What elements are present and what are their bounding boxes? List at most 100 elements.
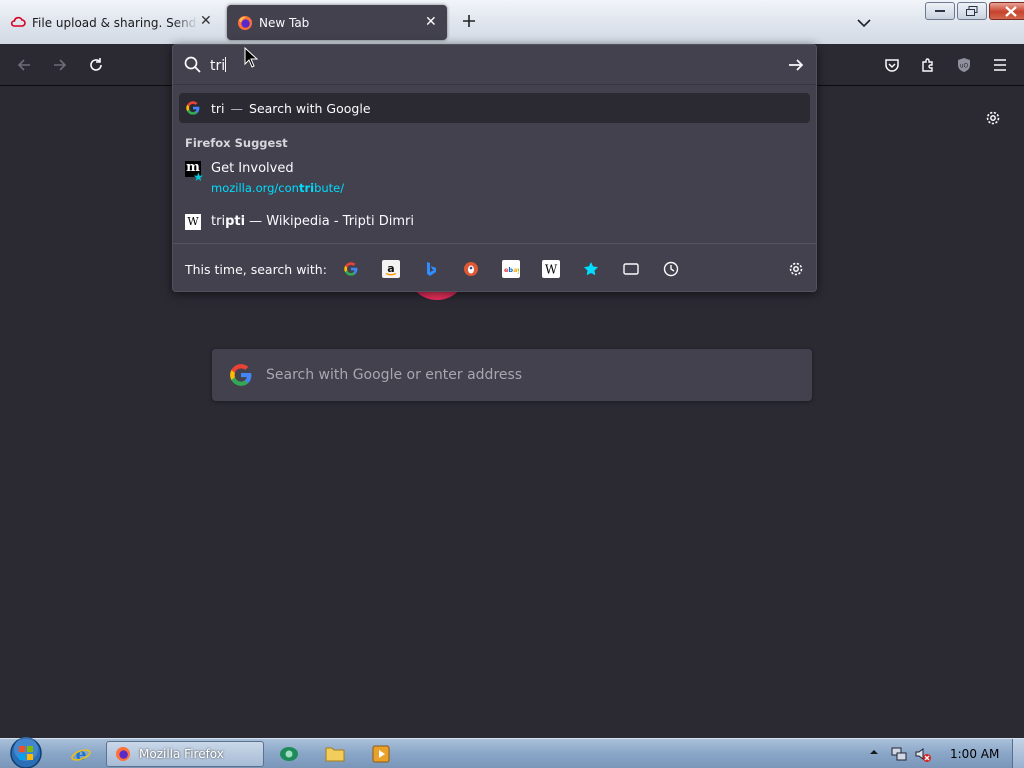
taskbar-firefox-task[interactable]: Mozilla Firefox bbox=[106, 741, 264, 767]
close-icon bbox=[1005, 5, 1017, 17]
urlbar-typed-text: tri bbox=[210, 58, 226, 74]
engine-bing-button[interactable] bbox=[422, 260, 440, 278]
list-all-tabs-button[interactable] bbox=[853, 12, 875, 34]
hamburger-menu-icon bbox=[994, 59, 1006, 71]
pocket-icon bbox=[885, 59, 899, 72]
start-button-icon[interactable] bbox=[6, 736, 46, 768]
bing-icon bbox=[427, 262, 436, 276]
tab-close-icon[interactable]: ✕ bbox=[200, 13, 212, 29]
tab-new-tab[interactable]: New Tab ✕ bbox=[227, 5, 447, 40]
google-logo-icon bbox=[230, 364, 252, 386]
svg-text:ebay: ebay bbox=[504, 266, 519, 274]
result-title: Get Involved bbox=[211, 161, 294, 176]
title-match: tri bbox=[211, 214, 226, 229]
result-title: tripti — Wikipedia - Tripti Dimri bbox=[211, 214, 414, 229]
url-suffix: bute/ bbox=[314, 181, 345, 195]
result-get-involved[interactable]: m ★ Get Involved mozilla.org/contribute/ bbox=[185, 159, 805, 199]
ebay-icon: ebay bbox=[504, 266, 519, 274]
svg-text:uO: uO bbox=[960, 63, 969, 70]
ublock-shield-icon: uO bbox=[958, 58, 970, 72]
close-window-button[interactable] bbox=[989, 2, 1024, 20]
wikipedia-icon: W bbox=[545, 263, 558, 277]
urlbar-popup: tri tri — Search with Google Firefox Sug… bbox=[172, 44, 817, 292]
star-icon bbox=[584, 262, 598, 276]
ublock-button[interactable]: uO bbox=[952, 53, 976, 77]
firefox-icon bbox=[116, 747, 130, 761]
extensions-button[interactable] bbox=[916, 53, 940, 77]
pocket-button[interactable] bbox=[880, 53, 904, 77]
engine-wikipedia-button[interactable]: W bbox=[542, 260, 560, 278]
google-logo-icon bbox=[344, 262, 358, 276]
tab-title: File upload & sharing. Send large files bbox=[32, 15, 198, 30]
svg-text:a: a bbox=[387, 262, 394, 275]
urlbar-input[interactable]: tri bbox=[210, 57, 227, 74]
result-wikipedia-tripti[interactable]: W tripti — Wikipedia - Tripti Dimri bbox=[185, 214, 805, 236]
result-query: tri bbox=[211, 100, 225, 116]
urlbar-input-row: tri bbox=[173, 45, 816, 85]
group-label-firefox-suggest: Firefox Suggest bbox=[185, 136, 288, 150]
taskbar-media-player[interactable] bbox=[370, 743, 392, 765]
reload-icon bbox=[90, 58, 102, 71]
taskbar-media-center[interactable] bbox=[278, 743, 300, 765]
cloud-upload-icon bbox=[10, 16, 26, 27]
url-match: tri bbox=[298, 181, 315, 195]
reload-button[interactable] bbox=[84, 53, 108, 77]
history-search-button[interactable] bbox=[662, 260, 680, 278]
minimize-button[interactable] bbox=[925, 2, 955, 20]
new-tab-button[interactable] bbox=[458, 10, 480, 32]
gear-icon bbox=[986, 111, 1000, 125]
clock-time[interactable]: 1:00 AM bbox=[950, 747, 999, 761]
restore-icon bbox=[966, 6, 978, 16]
show-hidden-icons-icon[interactable] bbox=[868, 746, 880, 758]
volume-muted-icon[interactable] bbox=[914, 745, 932, 763]
amazon-icon: a bbox=[385, 262, 397, 276]
engine-duckduckgo-button[interactable] bbox=[462, 260, 480, 278]
tab-icon bbox=[623, 263, 639, 275]
media-center-icon bbox=[280, 747, 298, 761]
customize-newtab-button[interactable] bbox=[981, 106, 1005, 130]
result-search-with-google[interactable]: tri — Search with Google bbox=[179, 93, 810, 123]
firefox-icon bbox=[238, 15, 252, 30]
taskbar-file-explorer[interactable] bbox=[324, 743, 346, 765]
window-caption-buttons bbox=[925, 2, 1024, 21]
go-arrow-icon[interactable] bbox=[786, 55, 806, 75]
internet-explorer-icon: e bbox=[71, 745, 91, 764]
tab-title: New Tab bbox=[259, 15, 310, 30]
engine-amazon-button[interactable]: a bbox=[382, 260, 400, 278]
search-icon bbox=[184, 56, 201, 73]
back-button[interactable] bbox=[12, 53, 36, 77]
tab-close-icon[interactable]: ✕ bbox=[425, 14, 437, 30]
show-desktop-button[interactable] bbox=[1012, 739, 1024, 768]
text-caret bbox=[225, 57, 227, 72]
task-label: Mozilla Firefox bbox=[139, 747, 224, 761]
engine-google-button[interactable] bbox=[342, 260, 360, 278]
result-separator: — bbox=[230, 100, 244, 116]
plus-icon bbox=[463, 15, 475, 27]
puzzle-icon bbox=[922, 58, 933, 72]
minimize-icon bbox=[935, 10, 945, 12]
one-off-search-buttons: This time, search with: a eba W bbox=[173, 243, 816, 291]
arrow-right-icon bbox=[54, 59, 67, 71]
forward-button[interactable] bbox=[48, 53, 72, 77]
title-suffix: — Wikipedia - Tripti Dimri bbox=[245, 214, 414, 229]
mouse-cursor-icon bbox=[244, 47, 258, 68]
url-prefix: mozilla.org/con bbox=[211, 181, 299, 195]
wikipedia-favicon-icon: W bbox=[185, 214, 201, 230]
duckduckgo-icon bbox=[464, 262, 478, 276]
restore-button[interactable] bbox=[957, 2, 987, 20]
chevron-down-icon bbox=[857, 19, 871, 28]
app-menu-button[interactable] bbox=[988, 53, 1012, 77]
engine-ebay-button[interactable]: ebay bbox=[502, 260, 520, 278]
folder-icon bbox=[325, 747, 345, 762]
clock-icon bbox=[663, 261, 679, 277]
google-logo-icon bbox=[186, 101, 200, 115]
taskbar-internet-explorer[interactable]: e bbox=[70, 743, 92, 765]
bookmarks-search-button[interactable] bbox=[582, 260, 600, 278]
tab-strip: File upload & sharing. Send large files … bbox=[0, 0, 1024, 44]
network-icon[interactable] bbox=[890, 745, 908, 763]
search-settings-gear-icon[interactable] bbox=[787, 260, 805, 278]
svg-text:W: W bbox=[545, 263, 558, 277]
tab-file-upload[interactable]: File upload & sharing. Send large files … bbox=[0, 5, 220, 40]
content-search-box[interactable]: Search with Google or enter address bbox=[212, 349, 812, 401]
tabs-search-button[interactable] bbox=[622, 260, 640, 278]
